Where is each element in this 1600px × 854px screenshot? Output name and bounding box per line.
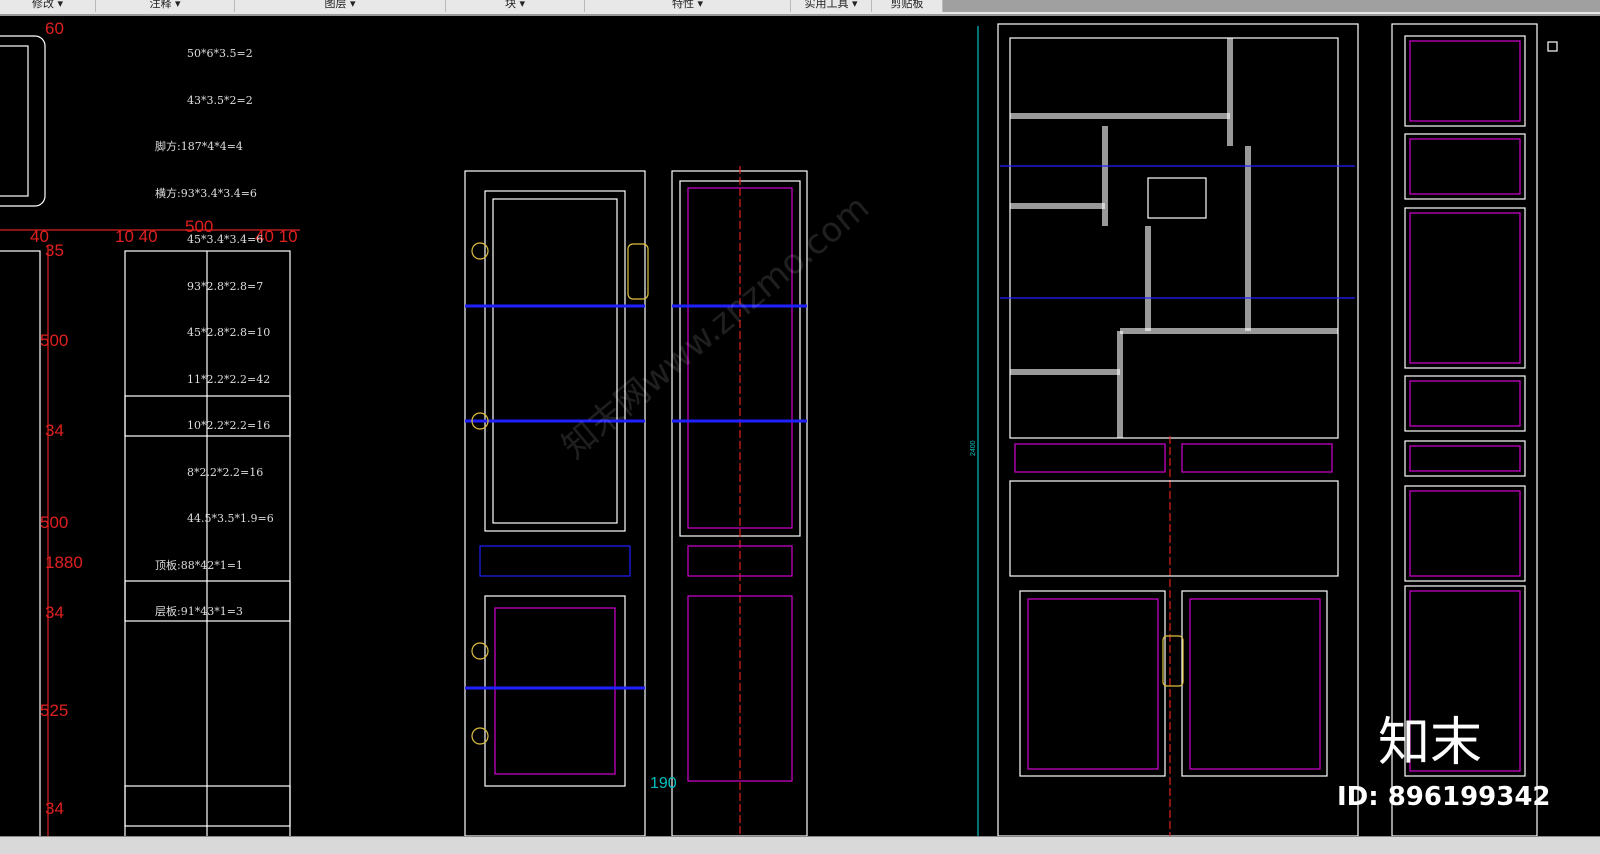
note-line: 93*2.8*2.8=7 (187, 279, 264, 293)
ribbon-panel-annotate[interactable]: 注释 ▾ (96, 0, 235, 12)
ribbon-panel-block[interactable]: 块 ▾ (446, 0, 585, 12)
ribbon-panel-modify[interactable]: 修改 ▾ (0, 0, 96, 12)
note-line: 43*3.5*2=2 (187, 93, 253, 107)
note-line: 10*2.2*2.2=16 (187, 419, 271, 432)
dim-label: 60 (45, 19, 64, 38)
note-line: 45*3.4*3.4=6 (187, 233, 264, 246)
ribbon-panel-layers[interactable]: 图层 ▾ (235, 0, 446, 12)
dim-label: 34 (45, 799, 64, 818)
dim-label: 1880 (45, 553, 83, 572)
ribbon-panel-utilities[interactable]: 实用工具 ▾ (791, 0, 872, 12)
note-line: 层板:91*43*1=3 (155, 605, 243, 618)
note-line: 顶板:88*42*1=1 (155, 558, 243, 572)
note-line: 50*6*3.5=2 (187, 47, 253, 60)
note-line: 横方:93*3.4*3.4=6 (155, 186, 257, 200)
bookcase-elevation (977, 23, 1359, 836)
ribbon-empty (943, 0, 1600, 12)
dim-label: 35 (45, 241, 64, 260)
note-line: 11*2.2*2.2=42 (187, 372, 271, 386)
note-line: 8*2.2*2.2=16 (187, 465, 264, 479)
dim-label: 500 (40, 513, 68, 532)
dim-label: 2400 (970, 440, 977, 456)
ribbon-panel-properties[interactable]: 特性 ▾ (585, 0, 791, 12)
ribbon-panel-clipboard[interactable]: 剪贴板 (872, 0, 943, 12)
dim-label: 500 (40, 331, 68, 350)
note-line: 45*2.8*2.8=10 (187, 326, 271, 339)
dim-label: 34 (45, 421, 64, 440)
ribbon-toolbar: 修改 ▾ 注释 ▾ 图层 ▾ 块 ▾ 特性 ▾ 实用工具 ▾ 剪贴板 (0, 0, 1600, 16)
dim-label: 190 (650, 775, 677, 792)
material-list: 50*6*3.5=2 43*3.5*2=2 脚方:187*4*4=4 横方:93… (155, 15, 274, 635)
cabinet-front-view (464, 170, 649, 836)
watermark-id: ID: 896199342 (1337, 782, 1551, 812)
dim-label: 10 40 (115, 227, 158, 246)
dim-label: 525 (40, 701, 68, 720)
status-bar (0, 836, 1600, 854)
watermark-logo: 知末 (1378, 713, 1483, 773)
note-line: 44.5*3.5*1.9=6 (187, 512, 274, 525)
note-line: 脚方:187*4*4=4 (155, 140, 243, 153)
dim-label: 34 (45, 603, 64, 622)
